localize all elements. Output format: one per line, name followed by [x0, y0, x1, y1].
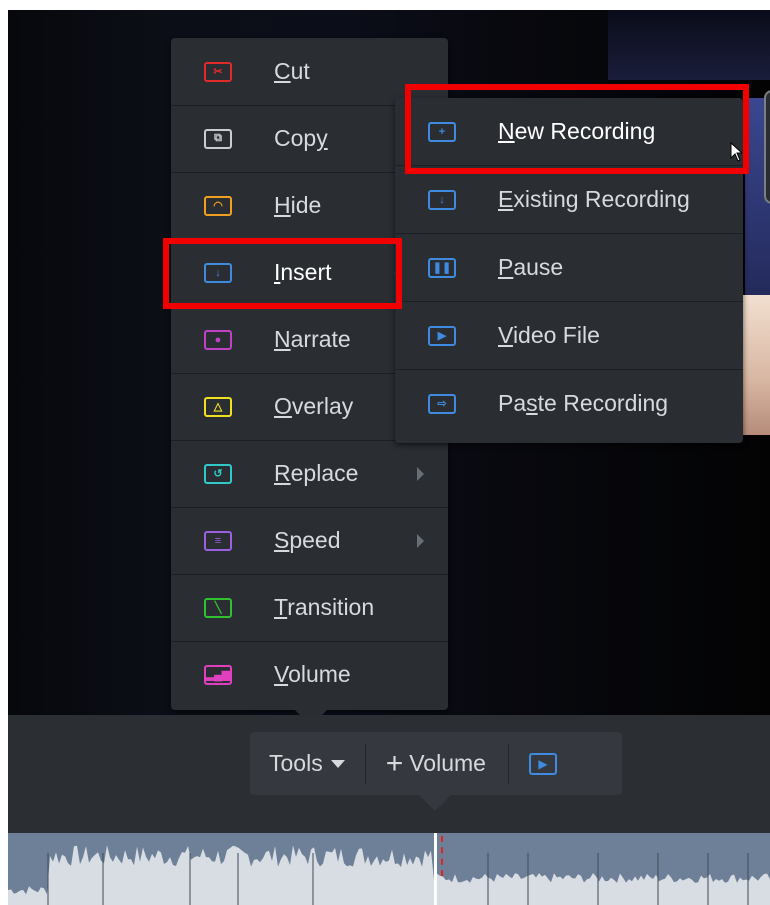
highlight-insert — [163, 238, 402, 309]
side-panel-handle[interactable] — [764, 90, 770, 204]
menu-item-label: Volume — [274, 661, 351, 687]
menu-item-volume[interactable]: ▂▄▆ Volume — [171, 641, 448, 708]
play-button[interactable]: ▶ — [509, 752, 557, 775]
insert-marker — [441, 836, 445, 876]
tools-dropdown-button[interactable]: Tools — [250, 750, 365, 777]
submenu-item-pause[interactable]: ❚❚ Pause — [395, 234, 743, 302]
menu-item-speed[interactable]: ≡ Speed — [171, 507, 448, 575]
submenu-item-label: Pause — [498, 254, 564, 280]
microphone-icon: ● — [204, 329, 232, 350]
video-top-strip — [608, 10, 770, 80]
play-box-icon: ▶ — [528, 752, 557, 775]
scissors-icon: ✂ — [204, 61, 232, 82]
submenu-item-label: Video File — [498, 322, 600, 348]
app-window: ✂ Cut ⧉ Copy ⁤◠ Hide ↓ Insert ● Narrate … — [8, 10, 770, 905]
toolbar-pointer-tail — [419, 795, 451, 811]
paste-icon: ⇨ — [428, 393, 456, 414]
submenu-item-label: Paste Recording — [498, 390, 669, 416]
volume-label: Volume — [409, 750, 486, 776]
menu-item-label: Narrate — [274, 326, 351, 352]
submenu-arrow-icon — [417, 533, 424, 548]
menu-item-label: Hide — [274, 192, 322, 218]
submenu-item-video-file[interactable]: ▶ Video File — [395, 302, 743, 370]
tools-label: Tools — [269, 750, 323, 776]
copy-icon: ⧉ — [204, 128, 232, 149]
menu-item-label: Transition — [274, 594, 375, 620]
submenu-arrow-icon — [417, 466, 424, 481]
eye-closed-icon: ⁤◠ — [204, 195, 232, 216]
audio-waveform — [8, 833, 770, 905]
submenu-item-existing-recording[interactable]: ↓ Existing Recording — [395, 166, 743, 234]
add-volume-button[interactable]: + Volume — [366, 746, 508, 780]
volume-bars-icon: ▂▄▆ — [204, 664, 232, 685]
audio-timeline[interactable] — [8, 833, 770, 905]
insert-down-icon: ↓ — [428, 189, 456, 210]
video-thumbnail — [743, 295, 770, 435]
menu-item-label: Replace — [274, 460, 359, 486]
menu-item-label: Overlay — [274, 393, 354, 419]
plus-icon: + — [385, 746, 404, 780]
overlay-triangle-icon: △ — [204, 396, 232, 417]
transition-icon: ╲ — [204, 597, 232, 618]
submenu-item-paste-recording[interactable]: ⇨ Paste Recording — [395, 370, 743, 437]
tools-toolbar: Tools + Volume ▶ — [250, 732, 622, 795]
pause-icon: ❚❚ — [428, 257, 456, 278]
caret-down-icon — [330, 759, 345, 768]
highlight-new-recording — [405, 84, 749, 174]
replace-icon: ↺ — [204, 463, 232, 484]
submenu-item-label: Existing Recording — [498, 186, 690, 212]
menu-item-label: Speed — [274, 527, 341, 553]
menu-item-replace[interactable]: ↺ Replace — [171, 440, 448, 508]
menu-item-label: Cut — [274, 58, 310, 84]
speed-icon: ≡ — [204, 530, 232, 551]
playhead[interactable] — [434, 833, 437, 905]
menu-item-transition[interactable]: ╲ Transition — [171, 574, 448, 642]
mouse-cursor-icon — [730, 142, 742, 162]
menu-item-label: Copy — [274, 125, 328, 151]
play-box-icon: ▶ — [428, 325, 456, 346]
